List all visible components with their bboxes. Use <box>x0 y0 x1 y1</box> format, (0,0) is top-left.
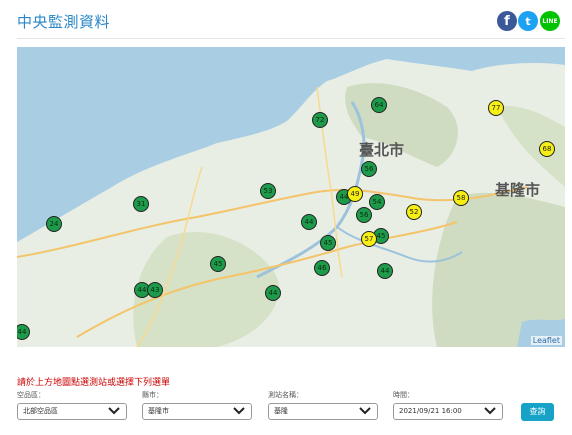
twitter-icon: t <box>525 14 531 28</box>
city-label-taipei: 臺北市 <box>359 141 405 159</box>
station-marker[interactable]: 45 <box>210 256 226 272</box>
station-marker[interactable]: 56 <box>356 207 372 223</box>
station-marker[interactable]: 72 <box>312 112 328 128</box>
air-zone-label: 空品區： <box>17 391 45 399</box>
time-select[interactable]: 2021/09/21 16:00 <box>393 403 503 420</box>
facebook-icon: f <box>504 13 510 29</box>
station-marker[interactable]: 44 <box>301 214 317 230</box>
station-marker[interactable]: 46 <box>314 260 330 276</box>
station-map[interactable]: 臺北市 基隆市 64 77 72 68 56 53 58 31 44 49 54… <box>17 47 565 347</box>
map-base-layer <box>17 47 565 347</box>
chevron-down-icon <box>484 407 496 415</box>
station-marker[interactable]: 56 <box>361 161 377 177</box>
air-zone-select[interactable]: 北部空品區 <box>17 403 127 420</box>
station-marker[interactable]: 44 <box>265 285 281 301</box>
city-label-keelung: 基隆市 <box>495 181 541 199</box>
station-marker[interactable]: 31 <box>133 196 149 212</box>
map-attribution-link[interactable]: Leaflet <box>530 336 562 345</box>
query-button[interactable]: 查詢 <box>521 403 554 421</box>
station-marker[interactable]: 49 <box>347 186 363 202</box>
chevron-down-icon <box>359 407 371 415</box>
station-marker[interactable]: 57 <box>361 231 377 247</box>
station-marker[interactable]: 54 <box>369 194 385 210</box>
line-icon: LINE <box>542 17 558 25</box>
time-label: 時間： <box>393 391 414 399</box>
line-share-button[interactable]: LINE <box>540 11 560 31</box>
chevron-down-icon <box>233 407 245 415</box>
station-marker[interactable]: 24 <box>46 216 62 232</box>
station-marker[interactable]: 68 <box>539 141 555 157</box>
chevron-down-icon <box>108 407 120 415</box>
county-select[interactable]: 基隆市 <box>142 403 252 420</box>
time-value: 2021/09/21 16:00 <box>399 407 462 415</box>
station-marker[interactable]: 45 <box>320 235 336 251</box>
station-marker[interactable]: 53 <box>260 183 276 199</box>
station-label: 測站名稱： <box>268 391 303 399</box>
station-marker[interactable]: 64 <box>371 97 387 113</box>
station-select[interactable]: 基隆 <box>268 403 378 420</box>
header-divider <box>17 38 565 39</box>
station-marker[interactable]: 43 <box>147 282 163 298</box>
air-zone-value: 北部空品區 <box>23 407 58 415</box>
station-marker[interactable]: 44 <box>377 263 393 279</box>
county-label: 縣市： <box>142 391 163 399</box>
station-marker[interactable]: 58 <box>453 190 469 206</box>
station-value: 基隆 <box>274 407 288 415</box>
station-marker[interactable]: 52 <box>406 204 422 220</box>
twitter-share-button[interactable]: t <box>518 11 538 31</box>
county-value: 基隆市 <box>148 407 169 415</box>
facebook-share-button[interactable]: f <box>497 11 517 31</box>
page-title: 中央監測資料 <box>17 13 111 31</box>
selection-hint: 請於上方地圖點選測站或選擇下列選單 <box>17 378 171 388</box>
station-marker[interactable]: 77 <box>488 100 504 116</box>
